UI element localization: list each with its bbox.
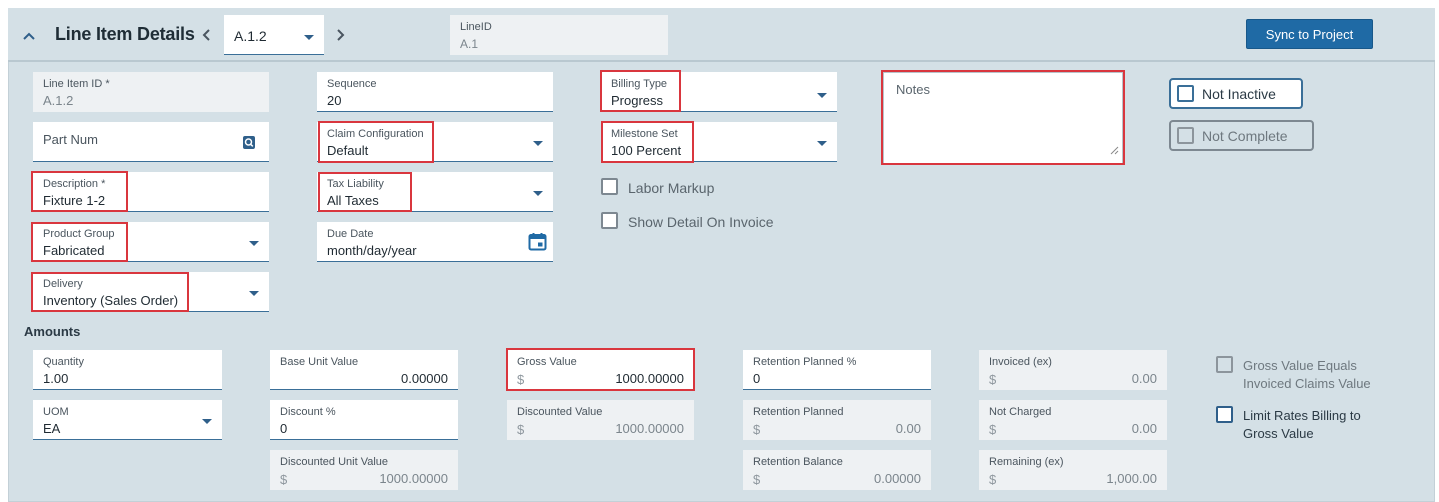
discounted-unit-value-field: Discounted Unit Value $ 1000.00000 [270,450,458,490]
calendar-icon[interactable] [528,232,547,256]
show-detail-checkbox[interactable] [601,212,618,229]
line-item-selector[interactable]: A.1.2 [224,15,324,55]
billing-type-select[interactable]: Billing Type Progress [601,72,837,112]
resize-grip-icon[interactable] [1110,142,1119,160]
currency-symbol: $ [989,422,997,437]
retention-planned-field: Retention Planned $ 0.00 [743,400,931,440]
discounted-value-field: Discounted Value $ 1000.00000 [507,400,694,440]
not-inactive-toggle[interactable]: Not Inactive [1169,78,1303,109]
not-charged-field: Not Charged $ 0.00 [979,400,1167,440]
discount-pct-field[interactable]: Discount % 0 [270,400,458,440]
claim-configuration-select[interactable]: Claim Configuration Default [317,122,553,162]
quantity-field[interactable]: Quantity 1.00 [33,350,222,390]
chevron-down-icon [533,141,543,146]
notes-textarea[interactable]: Notes [883,72,1123,164]
remaining-ex-field: Remaining (ex) $ 1,000.00 [979,450,1167,490]
currency-symbol: $ [989,472,997,487]
chevron-down-icon [817,93,827,98]
invoiced-ex-field: Invoiced (ex) $ 0.00 [979,350,1167,390]
panel-header [8,8,1435,62]
not-inactive-checkbox [1177,85,1194,102]
chevron-down-icon [304,35,314,40]
currency-symbol: $ [517,372,525,387]
gross-value-equals-checkbox[interactable] [1216,356,1233,373]
line-item-id-field: Line Item ID * A.1.2 [33,72,269,112]
sync-to-project-button[interactable]: Sync to Project [1246,19,1373,49]
amounts-section-title: Amounts [24,324,81,339]
due-date-field[interactable]: Due Date month/day/year [317,222,553,262]
base-unit-value-field[interactable]: Base Unit Value 0.00000 [270,350,458,390]
chevron-down-icon [202,419,212,424]
part-num-field[interactable]: Part Num [33,122,269,162]
chevron-down-icon [533,191,543,196]
tax-liability-select[interactable]: Tax Liability All Taxes [317,172,553,212]
milestone-set-select[interactable]: Milestone Set 100 Percent [601,122,837,162]
limit-rates-label: Limit Rates Billing to [1243,408,1361,423]
currency-symbol: $ [989,372,997,387]
retention-balance-field: Retention Balance $ 0.00000 [743,450,931,490]
chevron-down-icon [249,241,259,246]
chevron-down-icon [817,141,827,146]
not-complete-toggle[interactable]: Not Complete [1169,120,1314,151]
next-item-chevron-icon[interactable] [336,28,346,47]
gross-value-equals-label-2: Invoiced Claims Value [1243,376,1371,391]
labor-markup-label: Labor Markup [628,180,715,196]
product-group-select[interactable]: Product Group Fabricated [33,222,269,262]
search-icon[interactable] [242,135,256,155]
gross-value-field[interactable]: Gross Value $ 1000.00000 [507,350,694,390]
limit-rates-label-2: Gross Value [1243,426,1314,441]
uom-select[interactable]: UOM EA [33,400,222,440]
labor-markup-checkbox[interactable] [601,178,618,195]
currency-symbol: $ [753,472,761,487]
chevron-down-icon [249,291,259,296]
lineid-field: LineID A.1 [450,15,668,55]
page-title: Line Item Details [55,24,195,44]
currency-symbol: $ [280,472,288,487]
gross-value-equals-label: Gross Value Equals [1243,358,1357,373]
currency-symbol: $ [517,422,525,437]
retention-planned-pct-field[interactable]: Retention Planned % 0 [743,350,931,390]
currency-symbol: $ [753,422,761,437]
not-complete-checkbox [1177,127,1194,144]
limit-rates-checkbox[interactable] [1216,406,1233,423]
description-field[interactable]: Description * Fixture 1-2 [33,172,269,212]
prev-item-chevron-icon[interactable] [201,28,211,47]
show-detail-label: Show Detail On Invoice [628,214,774,230]
collapse-chevron-icon[interactable] [22,28,36,42]
delivery-select[interactable]: Delivery Inventory (Sales Order) [33,272,269,312]
sequence-field[interactable]: Sequence 20 [317,72,553,112]
